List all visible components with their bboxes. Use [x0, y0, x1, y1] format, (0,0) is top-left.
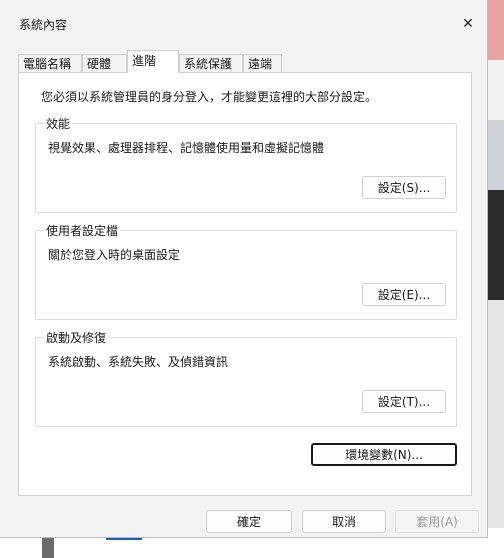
user-profiles-settings-button[interactable]: 設定(E)... [362, 283, 446, 306]
close-icon: ✕ [462, 16, 474, 32]
title-bar[interactable]: 系統內容 ✕ [0, 0, 488, 44]
tab-label: 硬體 [87, 57, 112, 71]
button-label: 環境變數(N)... [345, 448, 423, 462]
startup-recovery-settings-button[interactable]: 設定(T)... [362, 390, 446, 413]
tab-hardware[interactable]: 硬體 [82, 54, 127, 72]
cancel-button[interactable]: 取消 [302, 510, 386, 533]
performance-settings-button[interactable]: 設定(S)... [362, 176, 446, 199]
user-profiles-description: 關於您登入時的桌面設定 [48, 248, 181, 262]
tab-system-protection[interactable]: 系統保護 [179, 54, 243, 72]
button-label: 套用(A) [416, 515, 458, 529]
tab-label: 系統保護 [184, 57, 233, 71]
background-image-strip [488, 0, 504, 60]
environment-variables-button[interactable]: 環境變數(N)... [311, 443, 457, 466]
user-profiles-group: 使用者設定檔 關於您登入時的桌面設定 設定(E)... [35, 222, 457, 320]
system-properties-dialog: 系統內容 ✕ 電腦名稱 硬體 進階 系統保護 遠端 您必須以系統管理員的身分登入… [0, 0, 488, 538]
background-link-underline [106, 538, 142, 540]
apply-button[interactable]: 套用(A) [395, 510, 479, 533]
background-image-strip [488, 120, 504, 190]
tab-advanced[interactable]: 進階 [127, 50, 179, 73]
startup-recovery-group: 啟動及修復 系統啟動、系統失敗、及偵錯資訊 設定(T)... [35, 329, 457, 427]
performance-group-label: 效能 [44, 115, 73, 132]
background-image-strip [488, 60, 504, 120]
ok-button[interactable]: 確定 [206, 510, 292, 533]
background-image-strip [488, 190, 504, 300]
tab-label: 遠端 [248, 57, 273, 71]
button-label: 設定(E)... [377, 288, 431, 302]
user-profiles-group-label: 使用者設定檔 [44, 222, 121, 239]
button-label: 確定 [236, 515, 261, 529]
button-label: 設定(T)... [377, 395, 431, 409]
tab-label: 電腦名稱 [23, 57, 72, 71]
dialog-footer: 確定 取消 套用(A) [0, 498, 488, 538]
performance-group: 效能 視覺效果、處理器排程、記憶體使用量和虛擬記憶體 設定(S)... [35, 115, 457, 213]
advanced-tab-panel: 您必須以系統管理員的身分登入，才能變更這裡的大部分設定。 效能 視覺效果、處理器… [18, 72, 472, 496]
startup-recovery-group-label: 啟動及修復 [44, 329, 109, 346]
background-image-strip [488, 300, 504, 558]
performance-description: 視覺效果、處理器排程、記憶體使用量和虛擬記憶體 [48, 141, 325, 155]
tab-remote[interactable]: 遠端 [243, 54, 282, 72]
admin-notice: 您必須以系統管理員的身分登入，才能變更這裡的大部分設定。 [41, 90, 378, 104]
button-label: 取消 [331, 515, 356, 529]
tab-label: 進階 [132, 54, 157, 68]
startup-recovery-description: 系統啟動、系統失敗、及偵錯資訊 [48, 355, 229, 369]
close-button[interactable]: ✕ [452, 8, 484, 40]
tab-computer-name[interactable]: 電腦名稱 [18, 54, 82, 72]
button-label: 設定(S)... [377, 181, 431, 195]
background-window-edge [488, 0, 504, 558]
window-title: 系統內容 [19, 18, 68, 32]
